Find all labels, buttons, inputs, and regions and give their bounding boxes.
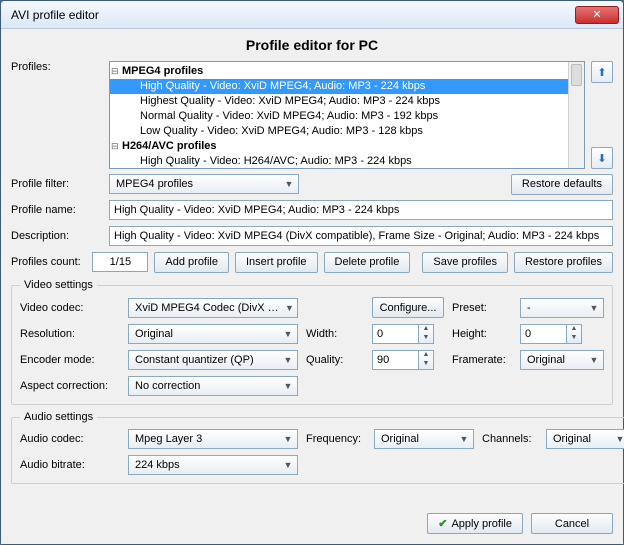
tree-group-mpeg4[interactable]: MPEG4 profiles — [110, 64, 584, 79]
combo-value: MPEG4 profiles — [116, 178, 193, 190]
profiles-tree[interactable]: MPEG4 profiles High Quality - Video: Xvi… — [109, 61, 585, 169]
frequency-label: Frequency: — [306, 433, 366, 445]
description-input[interactable] — [109, 226, 613, 246]
combo-value: 224 kbps — [135, 459, 180, 471]
combo-value: Original — [381, 433, 419, 445]
frequency-combo[interactable]: Original ▼ — [374, 429, 474, 449]
insert-profile-button[interactable]: Insert profile — [235, 252, 318, 273]
scrollbar[interactable] — [568, 62, 584, 168]
reorder-buttons: ⬆ ⬇ — [591, 61, 613, 169]
chevron-down-icon: ▼ — [281, 353, 295, 367]
profile-name-input[interactable] — [109, 200, 613, 220]
spinner-buttons[interactable]: ▲▼ — [418, 350, 434, 370]
framerate-label: Framerate: — [452, 354, 512, 366]
name-label: Profile name: — [11, 204, 103, 216]
width-input[interactable] — [372, 324, 418, 344]
audio-legend: Audio settings — [20, 411, 97, 423]
tree-item[interactable]: Highest Quality - Video: XviD MPEG4; Aud… — [110, 94, 584, 109]
delete-profile-button[interactable]: Delete profile — [324, 252, 411, 273]
quality-label: Quality: — [306, 354, 364, 366]
chevron-down-icon: ▼ — [587, 301, 601, 315]
chevron-down-icon: ▼ — [284, 301, 295, 315]
desc-label: Description: — [11, 230, 103, 242]
tree-item[interactable]: High Quality - Video: XviD MPEG4; Audio:… — [110, 79, 584, 94]
count-label: Profiles count: — [11, 256, 86, 268]
combo-value: Original — [135, 328, 173, 340]
restore-defaults-button[interactable]: Restore defaults — [511, 174, 613, 195]
spinner-buttons[interactable]: ▲▼ — [418, 324, 434, 344]
restore-profiles-button[interactable]: Restore profiles — [514, 252, 613, 273]
profiles-label: Profiles: — [11, 61, 103, 73]
preset-combo[interactable]: -▼ — [520, 298, 604, 318]
channels-label: Channels: — [482, 433, 538, 445]
audio-codec-combo[interactable]: Mpeg Layer 3 ▼ — [128, 429, 298, 449]
combo-value: Mpeg Layer 3 — [135, 433, 202, 445]
chevron-down-icon: ▼ — [613, 432, 624, 446]
aspect-label: Aspect correction: — [20, 380, 120, 392]
audio-codec-label: Audio codec: — [20, 433, 120, 445]
apply-profile-button[interactable]: Apply profile — [427, 513, 523, 534]
bitrate-label: Audio bitrate: — [20, 459, 120, 471]
channels-combo[interactable]: Original ▼ — [546, 429, 624, 449]
tree-item[interactable]: Low Quality - Video: XviD MPEG4; Audio: … — [110, 124, 584, 139]
window: AVI profile editor ✕ Profile editor for … — [0, 0, 624, 545]
video-settings-group: Video settings Video codec: XviD MPEG4 C… — [11, 279, 613, 405]
page-title: Profile editor for PC — [11, 37, 613, 53]
width-spinner[interactable]: ▲▼ — [372, 324, 444, 344]
resolution-label: Resolution: — [20, 328, 120, 340]
bitrate-combo[interactable]: 224 kbps ▼ — [128, 455, 298, 475]
video-codec-label: Video codec: — [20, 302, 120, 314]
chevron-down-icon: ▼ — [587, 353, 601, 367]
chevron-down-icon: ▼ — [281, 458, 295, 472]
framerate-combo[interactable]: Original ▼ — [520, 350, 604, 370]
quality-input[interactable] — [372, 350, 418, 370]
add-profile-button[interactable]: Add profile — [154, 252, 229, 273]
spinner-buttons[interactable]: ▲▼ — [566, 324, 582, 344]
height-label: Height: — [452, 328, 512, 340]
titlebar: AVI profile editor ✕ — [1, 1, 623, 29]
encoder-label: Encoder mode: — [20, 354, 120, 366]
arrow-down-icon: ⬇ — [597, 152, 606, 165]
preset-label: Preset: — [452, 302, 512, 314]
tree-item[interactable]: High Quality - Video: H264/AVC; Audio: M… — [110, 154, 584, 169]
footer: Apply profile Cancel — [11, 505, 613, 534]
combo-value: - — [527, 302, 531, 314]
width-label: Width: — [306, 328, 364, 340]
quality-spinner[interactable]: ▲▼ — [372, 350, 444, 370]
body: Profile editor for PC Profiles: MPEG4 pr… — [1, 29, 623, 544]
window-title: AVI profile editor — [11, 8, 575, 22]
chevron-down-icon: ▼ — [281, 379, 295, 393]
video-legend: Video settings — [20, 279, 97, 291]
cancel-button[interactable]: Cancel — [531, 513, 613, 534]
chevron-down-icon: ▼ — [457, 432, 471, 446]
tree-group-h264[interactable]: H264/AVC profiles — [110, 139, 584, 154]
height-input[interactable] — [520, 324, 566, 344]
aspect-combo[interactable]: No correction ▼ — [128, 376, 298, 396]
configure-button[interactable]: Configure... — [372, 297, 444, 318]
filter-label: Profile filter: — [11, 178, 103, 190]
close-icon: ✕ — [592, 8, 601, 22]
chevron-down-icon: ▼ — [282, 177, 296, 191]
chevron-down-icon: ▼ — [281, 327, 295, 341]
arrow-up-icon: ⬆ — [597, 66, 606, 79]
move-up-button[interactable]: ⬆ — [591, 61, 613, 83]
combo-value: Constant quantizer (QP) — [135, 354, 254, 366]
combo-value: Original — [553, 433, 591, 445]
video-codec-combo[interactable]: XviD MPEG4 Codec (DivX compatible)▼ — [128, 298, 298, 318]
move-down-button[interactable]: ⬇ — [591, 147, 613, 169]
combo-value: Original — [527, 354, 565, 366]
profiles-count-value: 1/15 — [92, 252, 148, 272]
audio-settings-group: Audio settings Audio codec: Mpeg Layer 3… — [11, 411, 624, 484]
close-button[interactable]: ✕ — [575, 6, 619, 24]
combo-value: XviD MPEG4 Codec (DivX compatible) — [135, 302, 284, 314]
resolution-combo[interactable]: Original ▼ — [128, 324, 298, 344]
combo-value: No correction — [135, 380, 200, 392]
tree-item[interactable]: Normal Quality - Video: XviD MPEG4; Audi… — [110, 109, 584, 124]
encoder-combo[interactable]: Constant quantizer (QP) ▼ — [128, 350, 298, 370]
save-profiles-button[interactable]: Save profiles — [422, 252, 508, 273]
profile-filter-combo[interactable]: MPEG4 profiles ▼ — [109, 174, 299, 194]
chevron-down-icon: ▼ — [281, 432, 295, 446]
height-spinner[interactable]: ▲▼ — [520, 324, 604, 344]
